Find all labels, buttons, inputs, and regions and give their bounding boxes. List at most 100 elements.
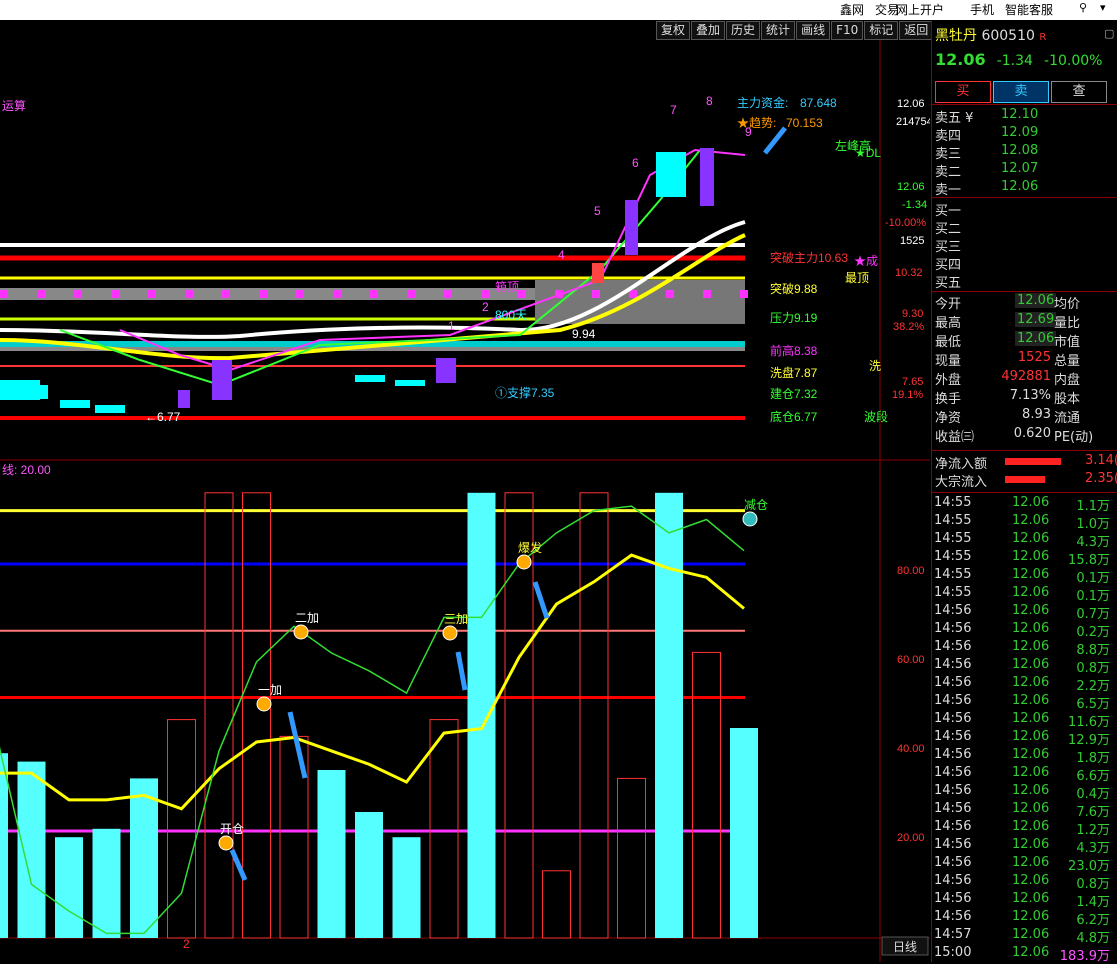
- stock-code: 600510: [981, 28, 1035, 44]
- signal-label: 一加: [258, 683, 282, 697]
- signal-icon: [218, 835, 234, 851]
- expand-icon[interactable]: ▢: [1104, 27, 1114, 40]
- menu-item-service[interactable]: 智能客服: [1005, 1, 1053, 18]
- level-label: ①支撑7.35: [495, 385, 555, 400]
- tick-price: 12.06: [1012, 639, 1050, 654]
- row-label-2: 均价: [1054, 297, 1081, 312]
- volume-bar: [55, 837, 83, 938]
- back-button[interactable]: 返回: [899, 21, 934, 40]
- buy-button[interactable]: 买: [935, 81, 991, 103]
- restore-rights-button[interactable]: 复权: [656, 21, 691, 40]
- row-label: 外盘: [935, 373, 962, 388]
- row-label: 收益㈢: [935, 430, 975, 445]
- row-value: 1525: [1017, 350, 1051, 365]
- tick-time: 14:56: [934, 837, 972, 852]
- chart-toolbar: 复权 叠加 历史 统计 画线 F10 标记 返回: [655, 21, 934, 40]
- draw-line-button[interactable]: 画线: [796, 21, 831, 40]
- row-label: 买三: [935, 240, 962, 255]
- tick-price: 12.06: [1012, 873, 1050, 888]
- tick-price: 12.06: [1012, 927, 1050, 942]
- candle: [700, 148, 714, 206]
- tick-volume: 1.4万: [1076, 895, 1110, 910]
- tick-volume: 2.2万: [1076, 679, 1110, 694]
- row-value: 12.06: [1001, 179, 1039, 194]
- row-label: 换手: [935, 392, 962, 407]
- dropdown-icon[interactable]: ▾: [1100, 1, 1106, 14]
- tick-time: 14:56: [934, 909, 972, 924]
- tick-row: 14:55 12.06 0.1万: [934, 585, 1117, 604]
- level-label: 9.94: [572, 327, 596, 341]
- signal-icon: [742, 511, 758, 527]
- box-zone: [535, 280, 745, 324]
- volume-bar: [730, 728, 758, 938]
- tick-price: 12.06: [1012, 837, 1050, 852]
- menu-item-mobile[interactable]: 手机: [970, 1, 994, 18]
- volume-bar: [130, 778, 158, 938]
- tick-volume: 1.2万: [1076, 823, 1110, 838]
- tick-time: 14:56: [934, 675, 972, 690]
- tick-time: 14:55: [934, 513, 972, 528]
- tick-row: 14:56 12.06 11.6万: [934, 711, 1117, 730]
- divider: [932, 450, 1117, 451]
- mark-button[interactable]: 标记: [864, 21, 899, 40]
- row-label: 买一: [935, 204, 962, 219]
- tick-row: 14:56 12.06 8.8万: [934, 639, 1117, 658]
- level-label: 最顶: [845, 271, 869, 285]
- tick-row: 14:56 12.06 1.2万: [934, 819, 1117, 838]
- tick-price: 12.06: [1012, 693, 1050, 708]
- stat-row: 外盘 492881 内盘: [935, 369, 1117, 388]
- tick-row: 14:56 12.06 23.0万: [934, 855, 1117, 874]
- flow-bar: [1005, 458, 1061, 465]
- candle: [625, 200, 638, 255]
- pin-icon[interactable]: ⚲: [1079, 1, 1087, 14]
- menu-item-open-account[interactable]: 网上开户: [896, 1, 944, 18]
- signal-label: 开仓: [220, 822, 244, 836]
- overlay-button[interactable]: 叠加: [691, 21, 726, 40]
- tick-volume: 12.9万: [1068, 733, 1110, 748]
- main-funds-label: 主力资金:: [737, 95, 788, 110]
- wave-number: 9: [745, 125, 752, 139]
- tick-price: 12.06: [1012, 657, 1050, 672]
- bid-row: 买一: [935, 200, 1117, 219]
- tick-time: 14:56: [934, 693, 972, 708]
- tick-volume: 4.8万: [1076, 931, 1110, 946]
- stats-button[interactable]: 统计: [761, 21, 796, 40]
- signal-icon: [293, 624, 309, 640]
- tick-volume: 4.3万: [1076, 841, 1110, 856]
- kline-chart[interactable]: 运算 主力资金: 87.648 ★趋势: 70.153 突破9.88 压力9.19 前高8.3…: [0, 40, 930, 962]
- tick-time: 14:56: [934, 747, 972, 762]
- tick-volume: 0.1万: [1076, 589, 1110, 604]
- level-label: ←6.77: [145, 410, 181, 424]
- menu-item-xinwang[interactable]: 鑫网: [840, 1, 864, 18]
- marker-dot: [592, 290, 600, 298]
- row-value: 12.06: [1015, 331, 1057, 346]
- price-axis-label: 12.06: [897, 98, 925, 110]
- tick-row: 14:57 12.06 4.8万: [934, 927, 1117, 946]
- flow-label: 大宗流入: [935, 475, 988, 490]
- tick-price: 12.06: [1012, 675, 1050, 690]
- price-pct: -10.00%: [1044, 53, 1103, 69]
- lower-axis-label: 40.00: [897, 743, 925, 755]
- f10-button[interactable]: F10: [831, 21, 864, 40]
- history-button[interactable]: 历史: [726, 21, 761, 40]
- row-label: 买二: [935, 222, 962, 237]
- flow-value: 2.35(: [1084, 471, 1117, 486]
- tick-volume: 183.9万: [1059, 949, 1110, 964]
- tick-volume: 6.6万: [1076, 769, 1110, 784]
- tick-row: 14:55 12.06 0.1万: [934, 567, 1117, 586]
- lower-title: 线: 20.00: [2, 463, 51, 477]
- row-value: 492881: [1001, 369, 1051, 384]
- level-label: 箱顶: [495, 279, 519, 294]
- tick-row: 14:56 12.06 6.2万: [934, 909, 1117, 928]
- price-axis-label: 9.30: [902, 308, 923, 320]
- tick-time: 14:56: [934, 783, 972, 798]
- tick-price: 12.06: [1012, 909, 1050, 924]
- marker-dot: [0, 290, 8, 298]
- tick-price: 12.06: [1012, 549, 1050, 564]
- row-label: 卖一: [935, 183, 962, 198]
- candle: [355, 375, 385, 382]
- price-axis-label: 10.32: [895, 267, 923, 279]
- query-button[interactable]: 查: [1051, 81, 1107, 103]
- flow-label: 净流入额: [935, 457, 988, 472]
- sell-button[interactable]: 卖: [993, 81, 1049, 103]
